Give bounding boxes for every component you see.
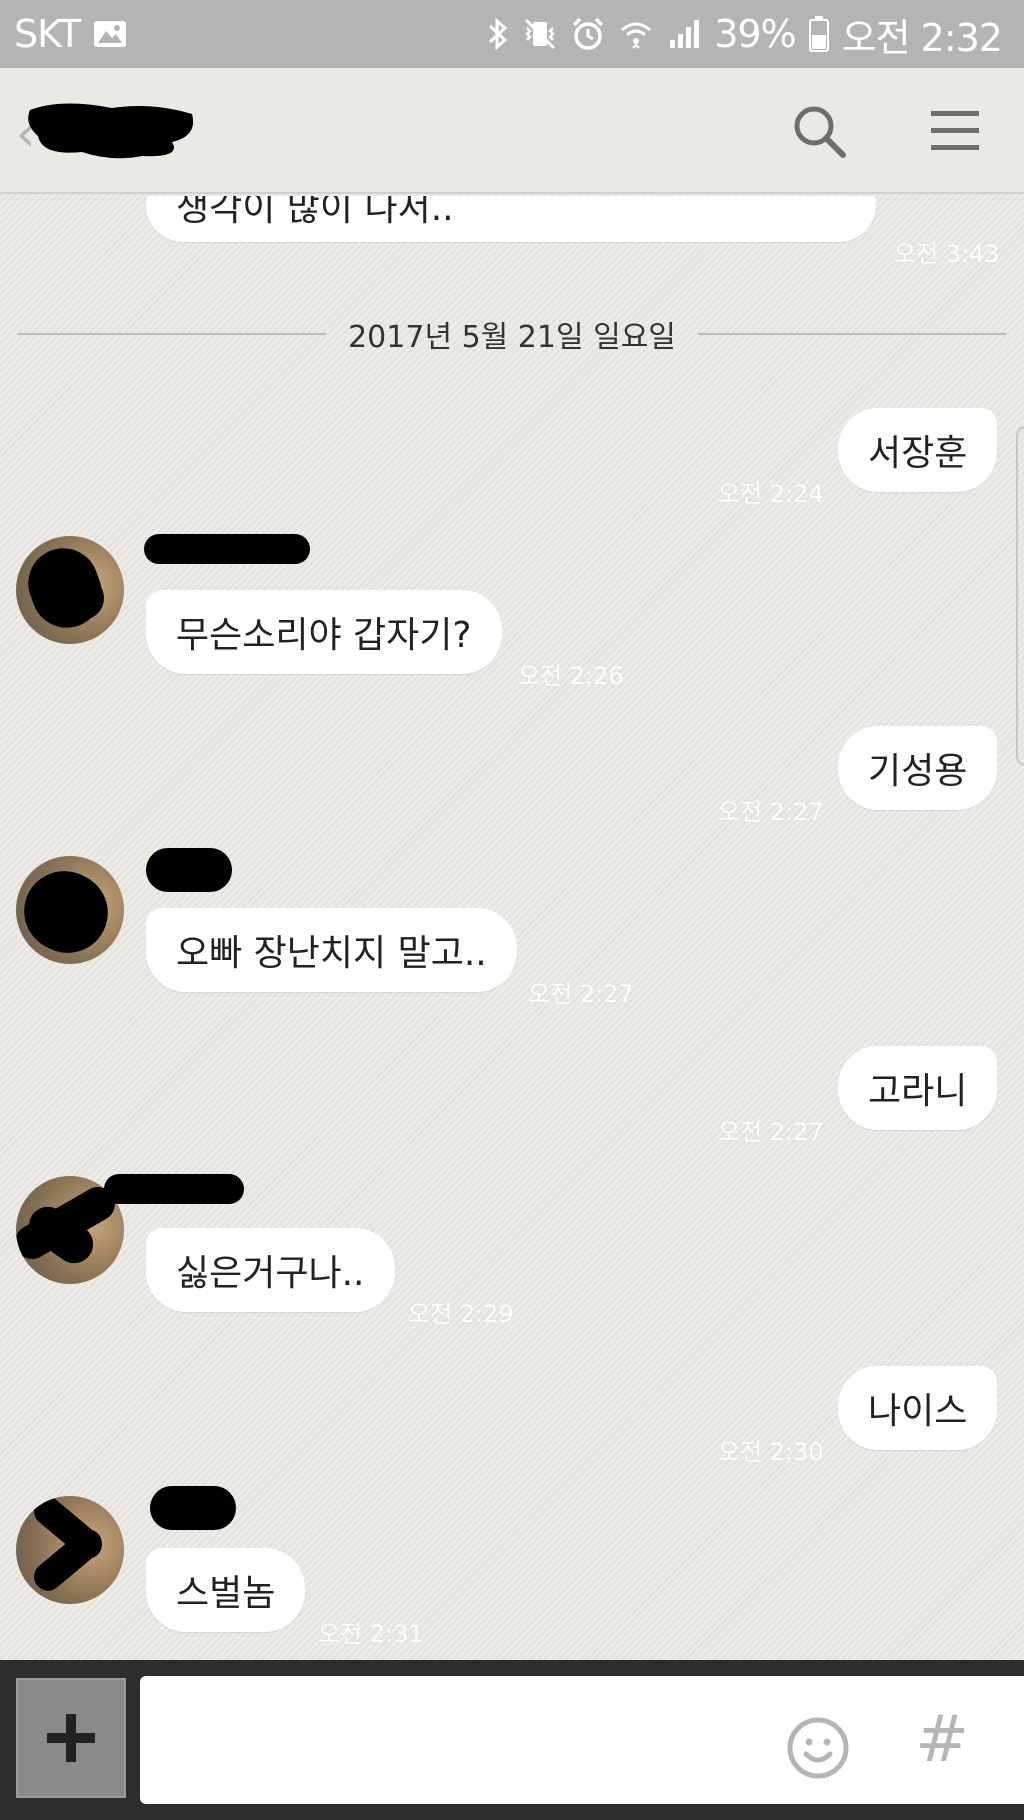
- message-bubble-out[interactable]: 고라니: [838, 1046, 998, 1130]
- message-text: 고라니: [868, 1071, 968, 1112]
- message-text: 싫은거구나..: [176, 1253, 365, 1294]
- message-bubble-in[interactable]: 오빠 장난치지 말고..: [146, 908, 517, 992]
- sender-name-redacted: [144, 534, 310, 564]
- clock: 오전 2:32: [841, 15, 1003, 60]
- chat-title-redacted: [22, 96, 202, 159]
- input-bar: #: [0, 1660, 1024, 1820]
- battery-icon: [808, 15, 830, 53]
- attach-button[interactable]: [16, 1678, 126, 1798]
- battery-percent: 39%: [714, 12, 796, 56]
- message-text: 무슨소리야 갑자기?: [176, 615, 472, 656]
- search-button[interactable]: [784, 96, 854, 166]
- emoji-button[interactable]: [786, 1716, 850, 1780]
- alarm-icon: [570, 16, 606, 52]
- carrier-label: SKT: [14, 12, 81, 56]
- emoji-icon: [787, 1717, 849, 1779]
- chat-header: ‹: [0, 68, 1024, 194]
- scroll-handle[interactable]: [1016, 426, 1024, 766]
- message-bubble-in[interactable]: 무슨소리야 갑자기?: [146, 590, 502, 674]
- message-text: 나이스: [868, 1391, 968, 1432]
- menu-icon: [931, 111, 979, 150]
- message-text: 기성용: [868, 751, 968, 792]
- message-text: 오빠 장난치지 말고..: [176, 933, 487, 974]
- message-bubble-in[interactable]: 스벌놈: [146, 1548, 306, 1632]
- sender-name-redacted: [146, 848, 232, 892]
- message-time: 오전 2:27: [528, 980, 634, 1008]
- message-time: 오전 2:27: [718, 1118, 824, 1146]
- gallery-icon: [92, 19, 128, 49]
- avatar[interactable]: [16, 536, 124, 644]
- sender-name-redacted: [150, 1486, 236, 1530]
- message-text: 서장훈: [868, 433, 968, 474]
- message-time: 오전 3:43: [894, 240, 1000, 268]
- message-text: 생각이 많이 나서..: [176, 196, 454, 229]
- status-left: SKT: [14, 12, 128, 56]
- sender-name-redacted: [104, 1174, 244, 1204]
- bluetooth-icon: [486, 16, 510, 52]
- message-input[interactable]: [140, 1676, 1024, 1804]
- message-time: 오전 2:29: [408, 1300, 514, 1328]
- vibrate-icon: [522, 16, 558, 52]
- wifi-icon: [618, 16, 654, 52]
- date-label: 2017년 5월 21일 일요일: [348, 320, 676, 355]
- avatar[interactable]: [16, 856, 124, 964]
- message-time: 오전 2:24: [718, 480, 824, 508]
- status-bar: SKT 39% 오전 2:32: [0, 0, 1024, 68]
- message-bubble-out[interactable]: 기성용: [838, 726, 998, 810]
- status-right: 39% 오전 2:32: [486, 7, 1003, 62]
- chat-area[interactable]: 생각이 많이 나서.. 오전 3:43 2017년 5월 21일 일요일 서장훈…: [0, 196, 1024, 1660]
- signal-icon: [666, 16, 702, 52]
- plus-icon: [47, 1714, 95, 1762]
- avatar[interactable]: [16, 1496, 124, 1604]
- message-time: 오전 2:30: [718, 1438, 824, 1466]
- search-icon: [794, 106, 846, 158]
- message-time: 오전 2:31: [318, 1620, 424, 1648]
- message-text: 스벌놈: [176, 1573, 276, 1614]
- date-line-right: [697, 333, 1007, 335]
- message-time: 오전 2:26: [518, 662, 624, 690]
- message-bubble-out[interactable]: 서장훈: [838, 408, 998, 492]
- message-bubble-in[interactable]: 싫은거구나..: [146, 1228, 395, 1312]
- date-separator: 2017년 5월 21일 일요일: [18, 314, 1007, 355]
- message-bubble-out[interactable]: 나이스: [838, 1366, 998, 1450]
- menu-button[interactable]: [920, 96, 990, 166]
- message-time: 오전 2:27: [718, 798, 824, 826]
- message-bubble-prev[interactable]: 생각이 많이 나서..: [146, 196, 876, 242]
- date-line-left: [18, 333, 327, 335]
- hashtag-button[interactable]: #: [912, 1700, 972, 1780]
